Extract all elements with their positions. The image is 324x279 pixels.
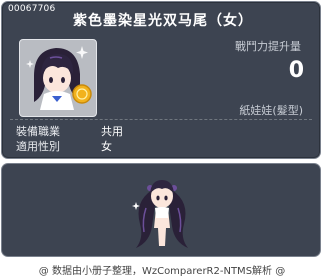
character-avatar-preview bbox=[132, 180, 188, 248]
combat-power-label: 戰鬥力提升量 bbox=[235, 40, 301, 53]
gender-requirement-label: 適用性別 bbox=[16, 140, 60, 153]
item-category: 紙娃娃(髮型) bbox=[239, 104, 303, 117]
job-requirement-value: 共用 bbox=[101, 125, 123, 138]
item-title: 紫色墨染星光双马尾（女） bbox=[73, 13, 253, 29]
footer-credit: @ 数据由小册子整理，WzComparerR2-NTMS解析 @ bbox=[38, 266, 286, 277]
divider bbox=[10, 119, 312, 120]
item-tooltip-panel: 00067706 紫色墨染星光双马尾（女） 戰鬥力提升量 0 紙娃娃(髮型) 裝… bbox=[1, 1, 321, 159]
hairstyle-portrait-icon bbox=[19, 39, 97, 117]
character-preview-panel bbox=[1, 163, 321, 257]
job-requirement-label: 裝備職業 bbox=[16, 125, 60, 138]
combat-power-value: 0 bbox=[288, 58, 304, 83]
gender-requirement-value: 女 bbox=[101, 140, 112, 153]
